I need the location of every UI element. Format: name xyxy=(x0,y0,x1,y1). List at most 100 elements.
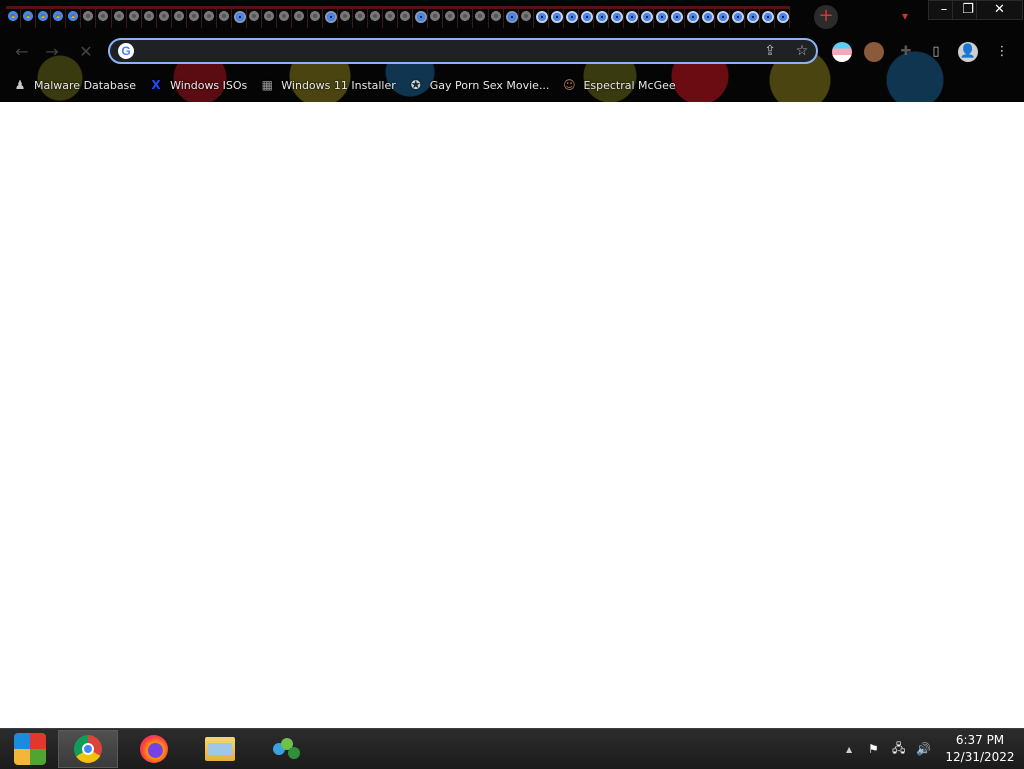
browser-tab[interactable] xyxy=(382,6,399,28)
back-button[interactable]: ← xyxy=(10,40,34,64)
browser-tab[interactable] xyxy=(337,6,353,28)
browser-tab[interactable] xyxy=(186,6,203,28)
browser-tab[interactable] xyxy=(654,6,670,28)
tab-edge xyxy=(488,6,503,9)
start-button[interactable] xyxy=(0,730,60,768)
tabs-row xyxy=(6,6,791,28)
bookmark-site[interactable]: ✪ Gay Porn Sex Movie... xyxy=(408,73,550,97)
browser-tab[interactable] xyxy=(262,6,278,28)
action-center-flag-icon[interactable]: ⚑ xyxy=(868,729,884,769)
reload-button[interactable]: ✕ xyxy=(74,40,98,64)
browser-tab[interactable] xyxy=(624,6,640,28)
menu-dots-icon[interactable]: ⋮ xyxy=(992,42,1012,62)
tab-favicon-icon xyxy=(68,11,79,21)
browser-tab[interactable] xyxy=(473,6,489,28)
page-content[interactable] xyxy=(0,102,1024,728)
clock-date: 12/31/2022 xyxy=(945,750,1015,764)
browser-tab[interactable] xyxy=(96,6,112,28)
browser-tab[interactable] xyxy=(156,6,172,28)
browser-tab[interactable] xyxy=(322,6,338,28)
tab-edge xyxy=(51,6,66,9)
clock[interactable]: 6:37 PM 12/31/2022 xyxy=(940,732,1020,766)
show-hidden-icons-button[interactable]: ▲ xyxy=(846,729,858,769)
tab-favicon-icon xyxy=(23,11,34,21)
tab-edge xyxy=(337,6,352,9)
browser-tab[interactable] xyxy=(247,6,263,28)
browser-tab[interactable] xyxy=(759,6,775,28)
tab-search-chevron-icon[interactable]: ▾ xyxy=(895,7,915,25)
tab-edge xyxy=(759,6,774,9)
browser-tab[interactable] xyxy=(594,6,610,28)
extension-avatar-icon[interactable] xyxy=(864,42,884,62)
browser-tab[interactable] xyxy=(443,6,459,28)
address-input[interactable] xyxy=(142,42,742,60)
address-bar[interactable]: G ⇪ ☆ xyxy=(108,38,818,64)
browser-tab[interactable] xyxy=(458,6,474,28)
browser-tab[interactable] xyxy=(578,6,595,28)
browser-tab[interactable] xyxy=(217,6,233,28)
tab-edge xyxy=(639,6,654,9)
browser-tab[interactable] xyxy=(684,6,700,28)
browser-tab[interactable] xyxy=(639,6,655,28)
bookmark-windows-isos[interactable]: X Windows ISOs xyxy=(148,73,247,97)
tab-edge xyxy=(232,6,247,9)
tab-favicon-icon xyxy=(294,11,305,21)
browser-tab[interactable] xyxy=(488,6,504,28)
browser-tab[interactable] xyxy=(232,6,248,28)
browser-tab[interactable] xyxy=(21,6,37,28)
bookmark-malware-database[interactable]: ♟ Malware Database xyxy=(12,73,136,97)
browser-tab[interactable] xyxy=(171,6,187,28)
windows-logo-icon xyxy=(14,733,46,765)
browser-tab[interactable] xyxy=(367,6,383,28)
side-panel-icon[interactable]: ▯ xyxy=(926,42,946,62)
share-icon[interactable]: ⇪ xyxy=(760,41,780,61)
browser-tab[interactable] xyxy=(413,6,429,28)
network-icon[interactable]: 🖧 xyxy=(892,729,910,769)
browser-tab[interactable] xyxy=(744,6,760,28)
browser-tab[interactable] xyxy=(352,6,368,28)
browser-tab[interactable] xyxy=(714,6,730,28)
volume-icon[interactable]: 🔊 xyxy=(916,729,934,769)
browser-tab[interactable] xyxy=(729,6,745,28)
bookmark-espectral-mcgee[interactable]: ☺ Espectral McGee xyxy=(561,73,675,97)
browser-tab[interactable] xyxy=(277,6,293,28)
browser-tab[interactable] xyxy=(533,6,549,28)
taskbar-chrome[interactable] xyxy=(58,730,118,768)
browser-tab[interactable] xyxy=(428,6,444,28)
browser-tab[interactable] xyxy=(36,6,52,28)
extension-flag-icon[interactable] xyxy=(832,42,852,62)
extensions-puzzle-icon[interactable]: ✚ xyxy=(896,42,916,62)
bookmark-star-icon[interactable]: ☆ xyxy=(792,41,812,61)
browser-tab[interactable] xyxy=(398,6,414,28)
browser-tab[interactable] xyxy=(774,6,791,28)
browser-tab[interactable] xyxy=(669,6,685,28)
tab-edge xyxy=(654,6,669,9)
tab-favicon-icon xyxy=(460,11,471,21)
taskbar-file-explorer[interactable] xyxy=(190,730,250,768)
browser-tab[interactable] xyxy=(111,6,127,28)
browser-tab[interactable] xyxy=(699,6,715,28)
taskbar-network-app[interactable] xyxy=(256,730,316,768)
new-tab-button[interactable]: + xyxy=(814,5,838,29)
browser-tab[interactable] xyxy=(503,6,519,28)
browser-tab[interactable] xyxy=(292,6,308,28)
browser-tab[interactable] xyxy=(609,6,625,28)
close-button[interactable]: ✕ xyxy=(976,0,1023,20)
browser-tab[interactable] xyxy=(66,6,82,28)
browser-tab[interactable] xyxy=(6,6,22,28)
forward-button[interactable]: → xyxy=(40,40,64,64)
taskbar-firefox[interactable] xyxy=(124,730,184,768)
browser-tab[interactable] xyxy=(81,6,97,28)
browser-tab[interactable] xyxy=(51,6,67,28)
browser-tab[interactable] xyxy=(126,6,142,28)
browser-tab[interactable] xyxy=(518,6,534,28)
browser-tab[interactable] xyxy=(141,6,157,28)
tab-edge xyxy=(126,6,141,9)
browser-tab[interactable] xyxy=(202,6,218,28)
network-people-icon xyxy=(271,735,301,763)
browser-tab[interactable] xyxy=(563,6,579,28)
browser-tab[interactable] xyxy=(307,6,323,28)
bookmark-windows-11-installer[interactable]: ▦ Windows 11 Installer xyxy=(259,73,396,97)
profile-icon[interactable]: 👤 xyxy=(958,42,978,62)
browser-tab[interactable] xyxy=(548,6,564,28)
